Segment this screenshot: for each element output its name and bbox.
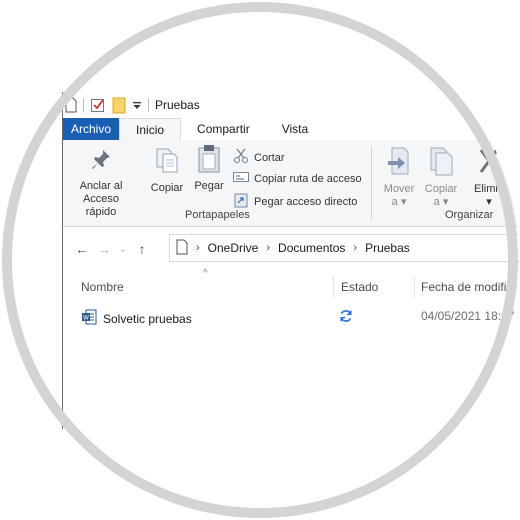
customize-toolbar-dropdown-icon[interactable] — [132, 95, 142, 115]
properties-check-icon[interactable] — [90, 95, 106, 115]
paste-label: Pegar — [194, 180, 224, 192]
recent-locations-chevron-icon[interactable]: ⌄ — [115, 244, 131, 255]
navigation-bar: ← → ⌄ ↑ › OneDrive › Documentos › Prueba… — [63, 234, 520, 264]
pin-label-line1: Anclar al — [79, 180, 123, 192]
sync-status-icon — [339, 309, 353, 326]
copy-path-label: Copiar ruta de acceso — [254, 172, 362, 185]
cut-button[interactable]: Cortar — [233, 148, 285, 167]
column-header-nombre[interactable]: Nombre — [81, 280, 124, 294]
back-arrow-icon[interactable]: ← — [71, 241, 93, 257]
file-explorer-window: Pruebas Archivo Inicio Compartir Vista A… — [62, 92, 520, 432]
toolbar-divider — [83, 98, 84, 112]
title-bar: Pruebas — [63, 92, 520, 118]
delete-x-icon — [477, 146, 501, 180]
move-to-icon — [386, 146, 412, 180]
toolbar-divider — [148, 98, 149, 112]
ribbon-panel: Anclar al Acceso rápido Copiar Pegar Cor… — [63, 140, 520, 227]
paste-shortcut-label: Pegar acceso directo — [254, 195, 358, 208]
file-name-cell[interactable]: W Solvetic pruebas — [81, 309, 192, 328]
scissors-icon — [233, 148, 249, 167]
forward-arrow-icon[interactable]: → — [93, 241, 115, 257]
pin-label-line2: Acceso rápido — [82, 193, 120, 218]
move-to-sub: a ▾ — [391, 196, 407, 208]
tab-archivo[interactable]: Archivo — [63, 118, 120, 140]
copy-to-button[interactable]: Copiar a ▾ — [421, 146, 461, 209]
breadcrumb-onedrive[interactable]: OneDrive — [208, 241, 259, 255]
ribbon-tabs: Archivo Inicio Compartir Vista — [63, 118, 520, 141]
sort-ascending-icon: ^ — [203, 268, 208, 279]
new-folder-icon[interactable] — [112, 95, 126, 115]
tab-compartir[interactable]: Compartir — [181, 118, 266, 140]
organizar-group-label: Organizar — [445, 209, 494, 221]
tab-inicio[interactable]: Inicio — [119, 118, 182, 141]
column-divider[interactable] — [333, 276, 334, 298]
delete-label: Elimin — [474, 183, 504, 195]
blank-file-icon[interactable] — [65, 95, 77, 115]
breadcrumb-chevron-icon[interactable]: › — [196, 242, 200, 254]
copy-label: Copiar — [150, 182, 184, 194]
copy-icon — [154, 146, 180, 178]
clipboard-icon — [196, 144, 222, 178]
tab-vista[interactable]: Vista — [266, 118, 324, 140]
breadcrumb-chevron-icon[interactable]: › — [353, 242, 357, 254]
copy-to-sub: a ▾ — [433, 196, 449, 208]
pin-quick-access-button[interactable]: Anclar al Acceso rápido — [71, 148, 131, 219]
group-divider — [371, 146, 372, 220]
copy-path-button[interactable]: Copiar ruta de acceso — [233, 170, 362, 187]
pin-icon — [90, 148, 112, 176]
copy-to-label: Copiar — [424, 183, 458, 195]
cut-label: Cortar — [254, 151, 285, 164]
column-header-fecha[interactable]: Fecha de modific — [421, 280, 512, 294]
word-document-icon: W — [81, 309, 97, 328]
svg-text:W: W — [83, 315, 89, 322]
move-to-button[interactable]: Mover a ▾ — [379, 146, 419, 209]
delete-button[interactable]: Elimin ▾ — [467, 146, 511, 209]
up-arrow-icon[interactable]: ↑ — [131, 241, 153, 257]
folder-location-icon — [176, 239, 188, 258]
copy-to-icon — [428, 146, 454, 180]
breadcrumb-documentos[interactable]: Documentos — [278, 241, 345, 255]
move-to-label: Mover — [383, 183, 415, 195]
screenshot-stage: Pruebas Archivo Inicio Compartir Vista A… — [0, 0, 520, 520]
breadcrumb-pruebas[interactable]: Pruebas — [365, 241, 410, 255]
file-row[interactable]: W Solvetic pruebas 04/05/2021 18:07 — [63, 304, 520, 330]
window-title: Pruebas — [155, 98, 200, 112]
paste-shortcut-button[interactable]: Pegar acceso directo — [233, 192, 357, 211]
column-divider[interactable] — [414, 276, 415, 298]
address-bar[interactable]: › OneDrive › Documentos › Pruebas — [169, 234, 520, 262]
delete-dropdown-icon: ▾ — [486, 196, 492, 208]
portapapeles-group-label: Portapapeles — [185, 209, 250, 221]
column-headers: ^ Nombre Estado Fecha de modific — [63, 268, 520, 302]
breadcrumb-chevron-icon[interactable]: › — [266, 242, 270, 254]
file-name: Solvetic pruebas — [103, 311, 192, 326]
file-date: 04/05/2021 18:07 — [421, 309, 515, 323]
copy-button[interactable]: Copiar — [147, 146, 187, 195]
column-header-estado[interactable]: Estado — [341, 280, 378, 294]
copy-path-icon — [233, 170, 249, 187]
paste-button[interactable]: Pegar — [191, 144, 227, 193]
